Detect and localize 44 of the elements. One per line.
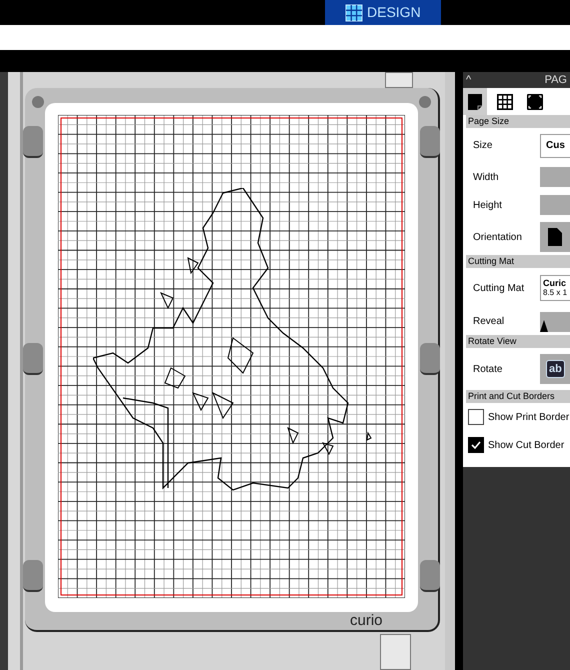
screw-icon: [32, 96, 44, 108]
collapse-caret[interactable]: ^: [466, 72, 472, 88]
clamp-icon: [420, 560, 440, 592]
field-label: Cutting Mat: [472, 282, 526, 296]
section-header: Rotate View: [466, 335, 570, 348]
field-label: Rotate: [472, 362, 504, 376]
field-label: Orientation: [472, 230, 523, 244]
grid-icon: [495, 92, 515, 112]
grid-icon: [345, 4, 363, 22]
section-header: Page Size: [466, 115, 570, 128]
checkbox[interactable]: [468, 409, 484, 425]
page-icon: [465, 92, 485, 112]
mat-dropdown[interactable]: Curic 8.5 x 1: [540, 275, 570, 301]
mat-name: Curic: [543, 278, 568, 288]
page-icon: [548, 228, 562, 246]
clamp-icon: [420, 343, 440, 375]
field-label: Reveal: [472, 315, 506, 329]
field-label: Size: [472, 139, 494, 153]
panel-title: PAG: [544, 72, 567, 88]
slider-thumb[interactable]: [540, 320, 548, 332]
number-field[interactable]: [540, 167, 570, 187]
page-view-button[interactable]: [463, 88, 487, 115]
design-tab[interactable]: DESIGN: [325, 0, 441, 25]
corners-icon: [525, 92, 545, 112]
size-dropdown[interactable]: Cus: [540, 134, 570, 158]
orientation-button[interactable]: [540, 222, 570, 252]
checkbox-label: Show Cut Border: [488, 438, 564, 452]
checkbox-label: Show Print Border: [488, 410, 570, 424]
clamp-icon: [420, 126, 440, 158]
mat-brand-label: curio: [350, 611, 383, 631]
checkbox[interactable]: [468, 437, 484, 453]
checkmark-icon: [471, 440, 481, 450]
reveal-slider-track[interactable]: [540, 312, 570, 332]
clamp-icon: [23, 126, 43, 158]
field-label: Width: [472, 170, 500, 184]
screw-icon: [419, 96, 431, 108]
number-field[interactable]: [540, 195, 570, 215]
clamp-icon: [23, 560, 43, 592]
clamp-icon: [23, 343, 43, 375]
mat-size: 8.5 x 1: [543, 288, 568, 298]
rotate-button[interactable]: ab: [540, 354, 570, 384]
field-label: Height: [472, 198, 503, 212]
section-header: Print and Cut Borders: [466, 390, 570, 403]
section-header: Cutting Mat: [466, 255, 570, 268]
